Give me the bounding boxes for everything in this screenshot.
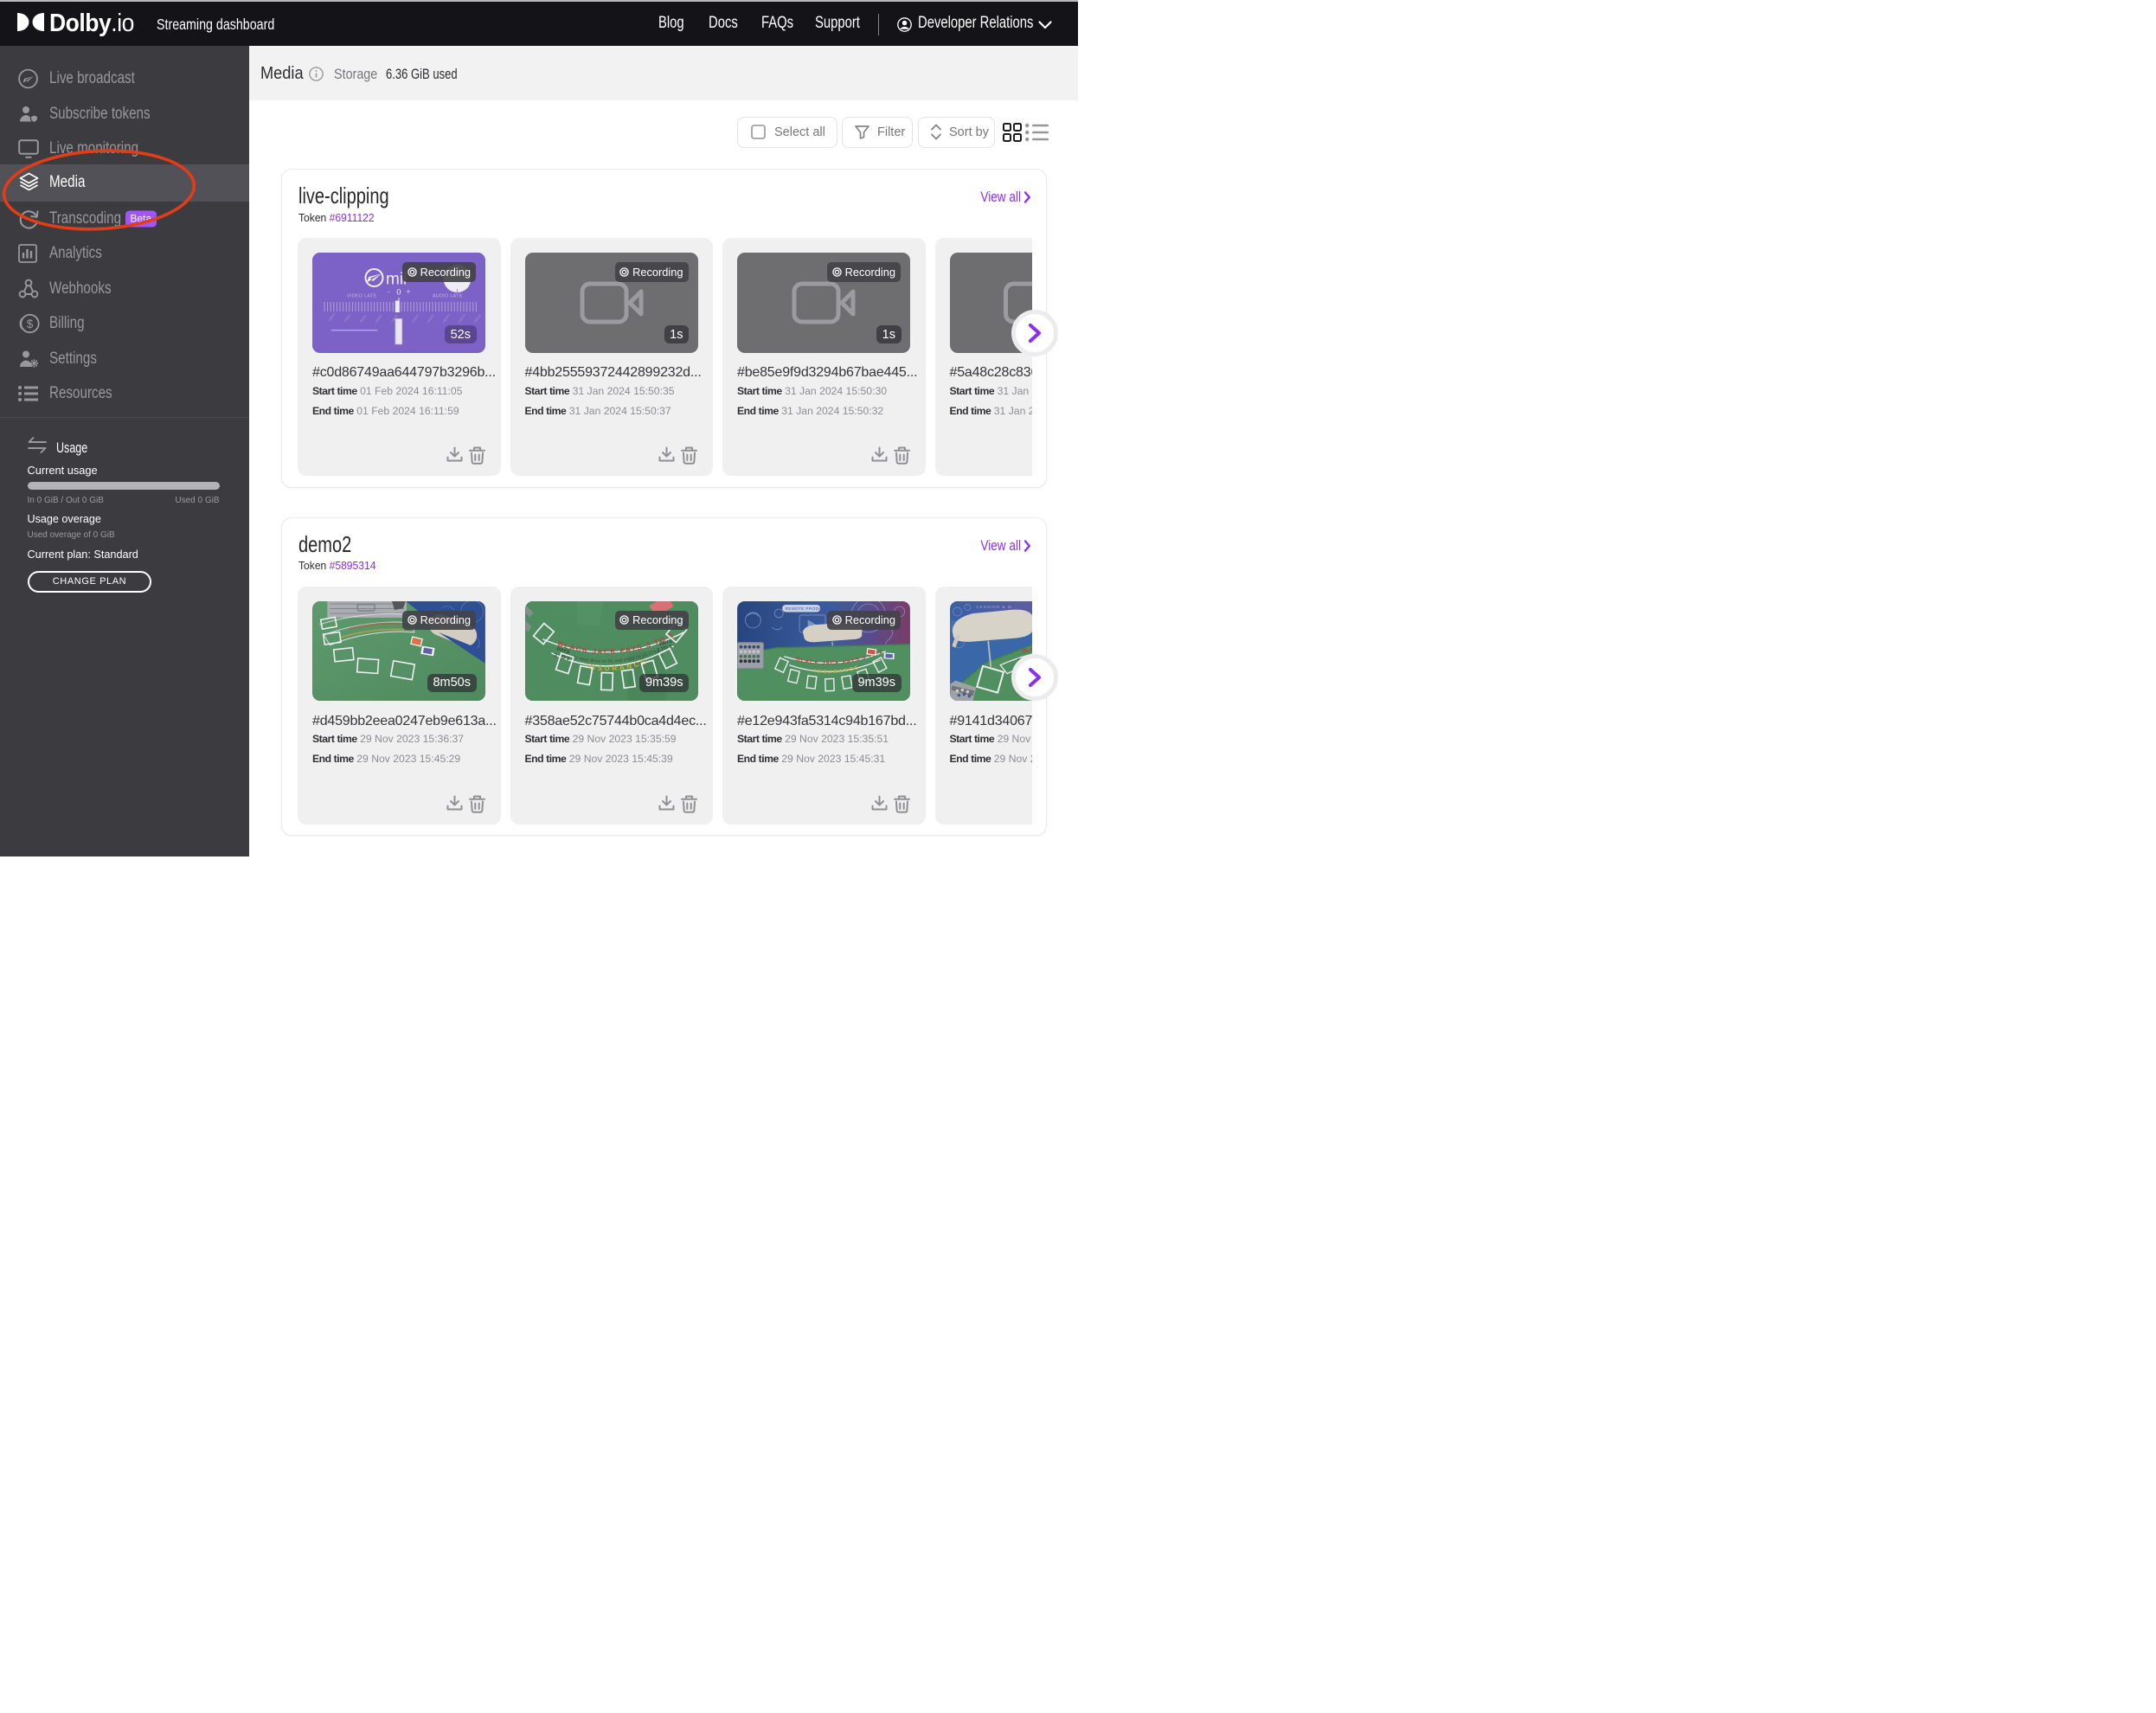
svg-text:AUDIO LATE: AUDIO LATE: [433, 294, 463, 299]
svg-text:$: $: [27, 318, 34, 330]
svg-text:VIDEO LATE: VIDEO LATE: [347, 294, 376, 299]
svg-text:REMOTE PRODUCTION: REMOTE PRODUCTION: [786, 606, 836, 611]
svg-text:CESSING & M: CESSING & M: [976, 604, 1011, 609]
svg-text:-: -: [388, 287, 390, 296]
svg-text:0: 0: [396, 288, 401, 298]
svg-text:+: +: [407, 287, 411, 296]
